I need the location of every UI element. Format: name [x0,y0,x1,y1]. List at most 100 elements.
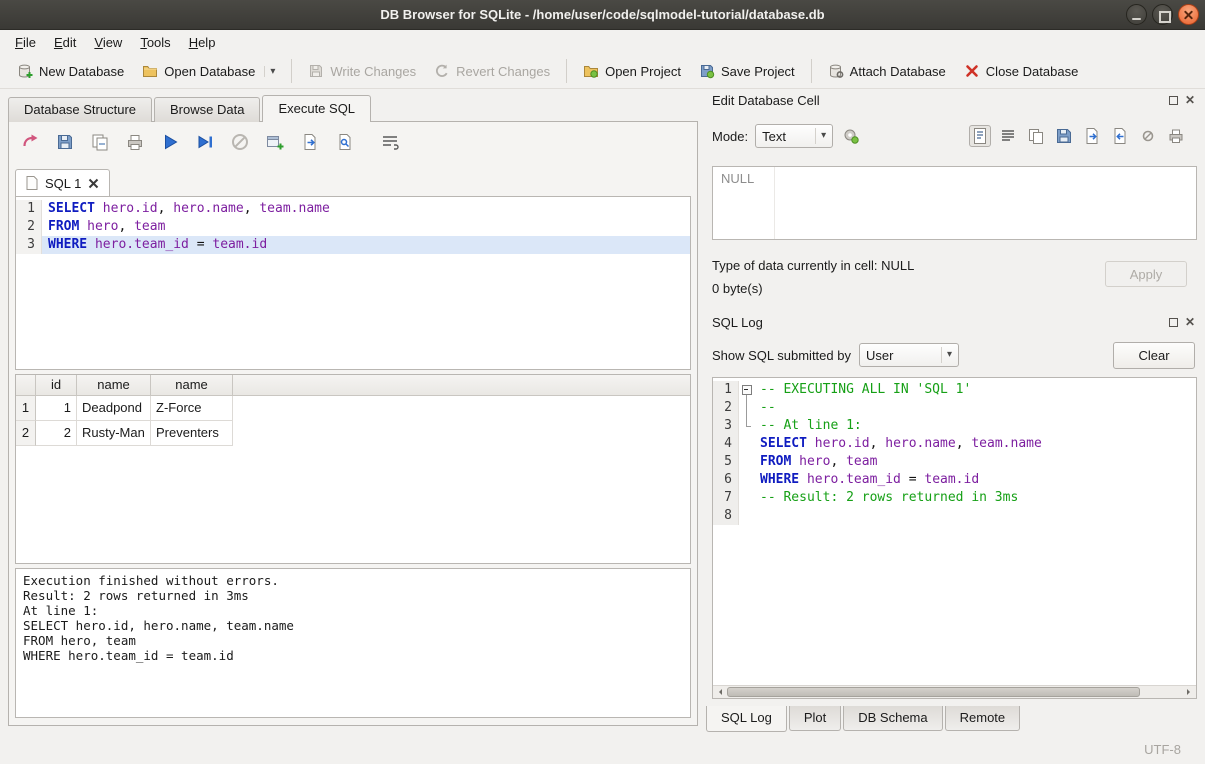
open-project-icon [583,63,599,79]
cell-id[interactable]: 2 [36,421,77,446]
scrollbar-thumb[interactable] [727,687,1140,697]
close-dock-icon[interactable]: ✕ [1185,95,1195,105]
sql-editor[interactable]: 1SELECT hero.id, hero.name, team.name2FR… [15,196,691,370]
filter-label: Show SQL submitted by [712,348,851,363]
scroll-right-icon[interactable] [1183,686,1196,698]
open-project-button[interactable]: Open Project [574,58,690,84]
execute-sql-page: SQL 1 1SELECT hero.id, hero.name, team.n… [8,121,698,726]
table-row: 1 1 Deadpond Z-Force [16,396,690,421]
open-database-button[interactable]: Open Database ▾ [133,58,284,84]
mode-value: Text [762,129,809,144]
cell-value-editor[interactable]: NULL [712,166,1197,240]
auto-mode-button[interactable] [840,125,862,147]
document-text-icon [971,127,989,145]
save-sql-file-button[interactable] [54,131,76,153]
cell-editor-toolbar [969,125,1187,147]
mode-combobox[interactable]: Text ▾ [755,124,833,148]
close-dock-icon[interactable]: ✕ [1185,317,1195,327]
save-icon [1055,127,1073,145]
open-database-icon [142,63,158,79]
set-null-button[interactable] [1137,125,1159,147]
stop-execution-button[interactable] [229,131,251,153]
gear-icon [842,127,860,145]
open-sql-file-icon [20,132,40,152]
new-tab-icon [265,132,285,152]
import-cell-button[interactable] [1109,125,1131,147]
maximize-button[interactable] [1152,4,1173,25]
menubar: File Edit View Tools Help [0,30,1205,54]
float-dock-icon[interactable] [1169,318,1178,327]
results-column-name[interactable]: name [77,375,151,396]
export-icon [1083,127,1101,145]
new-database-button[interactable]: New Database [8,58,133,84]
close-tab-icon[interactable] [88,178,99,189]
new-database-icon [17,63,33,79]
open-sql-file-button[interactable] [19,131,41,153]
tab-plot[interactable]: Plot [789,706,841,731]
cell-id[interactable]: 1 [36,396,77,421]
find-replace-button[interactable] [334,131,356,153]
menu-tools[interactable]: Tools [131,32,179,53]
results-column-id[interactable]: id [36,375,77,396]
text-mode-button[interactable] [969,125,991,147]
sql-log-dock-buttons: ✕ [1169,317,1195,327]
execute-line-button[interactable] [194,131,216,153]
tab-browse-data[interactable]: Browse Data [154,97,260,122]
new-sql-tab-button[interactable] [264,131,286,153]
close-database-button[interactable]: Close Database [955,58,1088,84]
copy-cell-button[interactable] [1025,125,1047,147]
write-changes-button[interactable]: Write Changes [299,58,425,84]
word-wrap-button[interactable] [379,131,401,153]
cell-hero-name[interactable]: Deadpond [77,396,151,421]
tab-execute-sql[interactable]: Execute SQL [262,95,371,122]
menu-view[interactable]: View [85,32,131,53]
sql-log-view[interactable]: 1-- EXECUTING ALL IN 'SQL 1'2--3-- At li… [712,377,1197,699]
execute-line-icon [195,132,215,152]
save-project-button[interactable]: Save Project [690,58,804,84]
menu-help[interactable]: Help [180,32,225,53]
horizontal-scrollbar[interactable] [713,685,1196,698]
sql-log-title: SQL Log [712,315,763,330]
tab-database-structure[interactable]: Database Structure [8,97,152,122]
main-toolbar: New Database Open Database ▾ Write Chang… [0,54,1205,89]
toolbar-separator [811,59,812,83]
edit-cell-title: Edit Database Cell [712,93,820,108]
import-sql-button[interactable] [299,131,321,153]
apply-button[interactable]: Apply [1105,261,1187,287]
menu-edit[interactable]: Edit [45,32,85,53]
close-window-button[interactable] [1178,4,1199,25]
scroll-left-icon[interactable] [713,686,726,698]
main-tab-bar: Database Structure Browse Data Execute S… [8,95,373,122]
execute-all-button[interactable] [159,131,181,153]
clear-log-button[interactable]: Clear [1113,342,1195,369]
save-sql-as-button[interactable] [89,131,111,153]
attach-database-button[interactable]: Attach Database [819,58,955,84]
cell-hero-name[interactable]: Rusty-Man [77,421,151,446]
export-cell-button[interactable] [1081,125,1103,147]
sql-1-tab[interactable]: SQL 1 [15,169,110,196]
submitted-by-combobox[interactable]: User ▾ [859,343,959,367]
print-icon [125,132,145,152]
menu-file[interactable]: File [6,32,45,53]
tab-sql-log[interactable]: SQL Log [706,706,787,732]
print-sql-button[interactable] [124,131,146,153]
cell-team-name[interactable]: Z-Force [151,396,233,421]
print-cell-button[interactable] [1165,125,1187,147]
revert-changes-button[interactable]: Revert Changes [425,58,559,84]
float-dock-icon[interactable] [1169,96,1178,105]
close-database-icon [964,63,980,79]
save-sql-file-icon [55,132,75,152]
cell-team-name[interactable]: Preventers [151,421,233,446]
tab-remote[interactable]: Remote [945,706,1021,731]
tab-db-schema[interactable]: DB Schema [843,706,942,731]
results-header: id name name [16,375,690,396]
revert-changes-icon [434,63,450,79]
minimize-button[interactable] [1126,4,1147,25]
row-number: 2 [16,421,36,446]
sql-log-filter-row: Show SQL submitted by User ▾ Clear [712,340,1197,370]
results-column-name[interactable]: name [151,375,233,396]
word-wrap-cell-button[interactable] [997,125,1019,147]
save-cell-button[interactable] [1053,125,1075,147]
open-database-dropdown-icon[interactable]: ▾ [264,66,275,77]
import-icon [1111,127,1129,145]
